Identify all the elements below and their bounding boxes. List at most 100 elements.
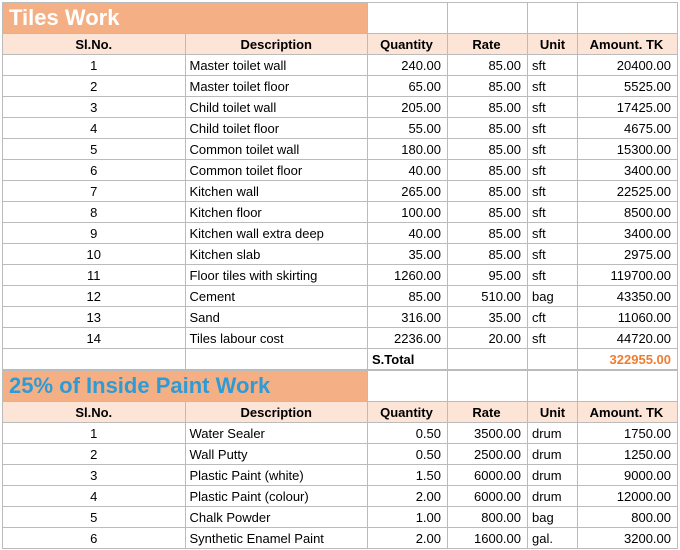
header-qty: Quantity — [368, 34, 448, 55]
tiles-header-row: Sl.No. Description Quantity Rate Unit Am… — [3, 34, 678, 55]
cell-unit: sft — [528, 160, 578, 181]
header-desc: Description — [185, 402, 368, 423]
cell-sl: 6 — [3, 528, 186, 549]
cell-amt: 1750.00 — [578, 423, 678, 444]
cell-unit: drum — [528, 444, 578, 465]
cell-unit: sft — [528, 55, 578, 76]
table-row: 9Kitchen wall extra deep40.0085.00sft340… — [3, 223, 678, 244]
cell-desc: Kitchen slab — [185, 244, 368, 265]
cell-amt: 15300.00 — [578, 139, 678, 160]
table-row: 6Common toilet floor40.0085.00sft3400.00 — [3, 160, 678, 181]
cell-rate: 85.00 — [448, 118, 528, 139]
cell-unit: sft — [528, 244, 578, 265]
cell-qty: 2.00 — [368, 486, 448, 507]
cell-amt: 2975.00 — [578, 244, 678, 265]
cell-amt: 1250.00 — [578, 444, 678, 465]
cell-desc: Wall Putty — [185, 444, 368, 465]
cell-amt: 5525.00 — [578, 76, 678, 97]
subtotal-label: S.Total — [368, 349, 448, 370]
cell-unit: sft — [528, 265, 578, 286]
table-row: 3Child toilet wall205.0085.00sft17425.00 — [3, 97, 678, 118]
table-row: 12Cement85.00510.00bag43350.00 — [3, 286, 678, 307]
cell-qty: 1.00 — [368, 507, 448, 528]
cell-desc: Plastic Paint (colour) — [185, 486, 368, 507]
paint-header-row: Sl.No. Description Quantity Rate Unit Am… — [3, 402, 678, 423]
cell-desc: Kitchen wall — [185, 181, 368, 202]
table-row: 1Master toilet wall240.0085.00sft20400.0… — [3, 55, 678, 76]
cell-desc: Kitchen floor — [185, 202, 368, 223]
table-row: 5Chalk Powder1.00800.00bag800.00 — [3, 507, 678, 528]
header-sl: Sl.No. — [3, 402, 186, 423]
cell-qty: 180.00 — [368, 139, 448, 160]
cell-qty: 265.00 — [368, 181, 448, 202]
cell-sl: 5 — [3, 139, 186, 160]
subtotal-amount: 322955.00 — [578, 349, 678, 370]
cell-sl: 2 — [3, 444, 186, 465]
cell-sl: 4 — [3, 486, 186, 507]
cell-rate: 85.00 — [448, 76, 528, 97]
cell-amt: 17425.00 — [578, 97, 678, 118]
table-row: 4Child toilet floor55.0085.00sft4675.00 — [3, 118, 678, 139]
cell-rate: 85.00 — [448, 160, 528, 181]
header-amt: Amount. TK — [578, 34, 678, 55]
cell-sl: 3 — [3, 97, 186, 118]
cell-qty: 40.00 — [368, 160, 448, 181]
cell-rate: 3500.00 — [448, 423, 528, 444]
header-unit: Unit — [528, 402, 578, 423]
cell-unit: sft — [528, 118, 578, 139]
table-row: 13Sand316.0035.00cft11060.00 — [3, 307, 678, 328]
table-row: 14Tiles labour cost2236.0020.00sft44720.… — [3, 328, 678, 349]
cell-amt: 800.00 — [578, 507, 678, 528]
cell-desc: Kitchen wall extra deep — [185, 223, 368, 244]
table-row: 8Kitchen floor100.0085.00sft8500.00 — [3, 202, 678, 223]
table-row: 4Plastic Paint (colour)2.006000.00drum12… — [3, 486, 678, 507]
cell-rate: 6000.00 — [448, 486, 528, 507]
cell-rate: 85.00 — [448, 223, 528, 244]
cell-amt: 3200.00 — [578, 528, 678, 549]
table-row: 10Kitchen slab35.0085.00sft2975.00 — [3, 244, 678, 265]
cell-sl: 1 — [3, 423, 186, 444]
cell-desc: Common toilet floor — [185, 160, 368, 181]
cell-rate: 85.00 — [448, 244, 528, 265]
header-unit: Unit — [528, 34, 578, 55]
cell-sl: 10 — [3, 244, 186, 265]
header-desc: Description — [185, 34, 368, 55]
cell-unit: sft — [528, 223, 578, 244]
cell-sl: 1 — [3, 55, 186, 76]
cell-rate: 85.00 — [448, 139, 528, 160]
cell-amt: 4675.00 — [578, 118, 678, 139]
cell-rate: 800.00 — [448, 507, 528, 528]
cell-rate: 85.00 — [448, 97, 528, 118]
cell-amt: 3400.00 — [578, 160, 678, 181]
table-row: 2Wall Putty0.502500.00drum1250.00 — [3, 444, 678, 465]
cell-qty: 65.00 — [368, 76, 448, 97]
cell-unit: gal. — [528, 528, 578, 549]
cell-sl: 2 — [3, 76, 186, 97]
cell-sl: 13 — [3, 307, 186, 328]
cell-rate: 85.00 — [448, 181, 528, 202]
cell-rate: 20.00 — [448, 328, 528, 349]
cell-unit: bag — [528, 507, 578, 528]
cell-unit: sft — [528, 181, 578, 202]
cell-desc: Plastic Paint (white) — [185, 465, 368, 486]
cell-desc: Cement — [185, 286, 368, 307]
header-rate: Rate — [448, 34, 528, 55]
header-qty: Quantity — [368, 402, 448, 423]
cell-qty: 55.00 — [368, 118, 448, 139]
cell-qty: 85.00 — [368, 286, 448, 307]
cell-sl: 11 — [3, 265, 186, 286]
header-amt: Amount. TK — [578, 402, 678, 423]
cell-desc: Water Sealer — [185, 423, 368, 444]
cell-qty: 0.50 — [368, 444, 448, 465]
cell-unit: sft — [528, 202, 578, 223]
cell-sl: 8 — [3, 202, 186, 223]
cell-qty: 100.00 — [368, 202, 448, 223]
cell-sl: 3 — [3, 465, 186, 486]
cell-sl: 12 — [3, 286, 186, 307]
cell-unit: drum — [528, 465, 578, 486]
cell-desc: Common toilet wall — [185, 139, 368, 160]
tiles-work-title: Tiles Work — [3, 3, 368, 34]
paint-work-title: 25% of Inside Paint Work — [3, 371, 368, 402]
cell-sl: 14 — [3, 328, 186, 349]
cell-qty: 0.50 — [368, 423, 448, 444]
